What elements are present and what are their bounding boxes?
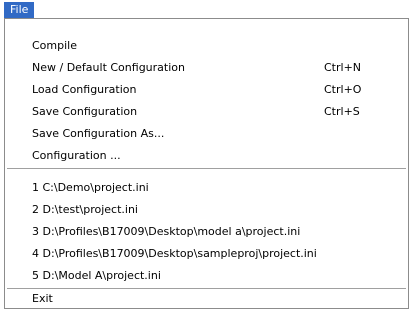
file-menu-title[interactable]: File bbox=[4, 2, 35, 18]
menu-item-label: 5 D:\Model A\project.ini bbox=[32, 269, 161, 282]
menu-item-recent-file-1[interactable]: 1 C:\Demo\project.ini bbox=[6, 178, 407, 197]
menu-item-label: 3 D:\Profiles\B17009\Desktop\model a\pro… bbox=[32, 225, 301, 238]
menu-item-load-configuration[interactable]: Load Configuration Ctrl+O bbox=[6, 80, 407, 99]
menu-item-label: Save Configuration bbox=[32, 105, 138, 118]
menu-item-configuration[interactable]: Configuration ... bbox=[6, 146, 407, 165]
menu-item-shortcut: Ctrl+O bbox=[324, 83, 362, 96]
menu-item-compile[interactable]: Compile bbox=[6, 36, 407, 55]
menu-item-label: Configuration ... bbox=[32, 149, 121, 162]
menu-item-new-default-configuration[interactable]: New / Default Configuration Ctrl+N bbox=[6, 58, 407, 77]
menu-bar: File bbox=[0, 0, 411, 18]
menu-item-recent-file-4[interactable]: 4 D:\Profiles\B17009\Desktop\sampleproj\… bbox=[6, 244, 407, 263]
menu-item-recent-file-5[interactable]: 5 D:\Model A\project.ini bbox=[6, 266, 407, 285]
menu-separator bbox=[7, 168, 406, 170]
menu-item-shortcut: Ctrl+N bbox=[324, 61, 362, 74]
menu-item-exit[interactable]: Exit bbox=[6, 289, 407, 308]
menu-item-recent-file-2[interactable]: 2 D:\test\project.ini bbox=[6, 200, 407, 219]
menu-item-label: 1 C:\Demo\project.ini bbox=[32, 181, 149, 194]
menu-item-shortcut: Ctrl+S bbox=[324, 105, 360, 118]
menu-item-save-configuration-as[interactable]: Save Configuration As... bbox=[6, 124, 407, 143]
menu-item-recent-file-3[interactable]: 3 D:\Profiles\B17009\Desktop\model a\pro… bbox=[6, 222, 407, 241]
menu-item-label: Save Configuration As... bbox=[32, 127, 165, 140]
menu-item-label: 4 D:\Profiles\B17009\Desktop\sampleproj\… bbox=[32, 247, 317, 260]
menu-item-label: 2 D:\test\project.ini bbox=[32, 203, 138, 216]
menu-item-label: Exit bbox=[32, 292, 53, 305]
menu-item-label: New / Default Configuration bbox=[32, 61, 185, 74]
file-menu-dropdown: Compile New / Default Configuration Ctrl… bbox=[4, 18, 409, 309]
menu-item-label: Compile bbox=[32, 39, 77, 52]
menu-item-label: Load Configuration bbox=[32, 83, 137, 96]
menu-item-save-configuration[interactable]: Save Configuration Ctrl+S bbox=[6, 102, 407, 121]
